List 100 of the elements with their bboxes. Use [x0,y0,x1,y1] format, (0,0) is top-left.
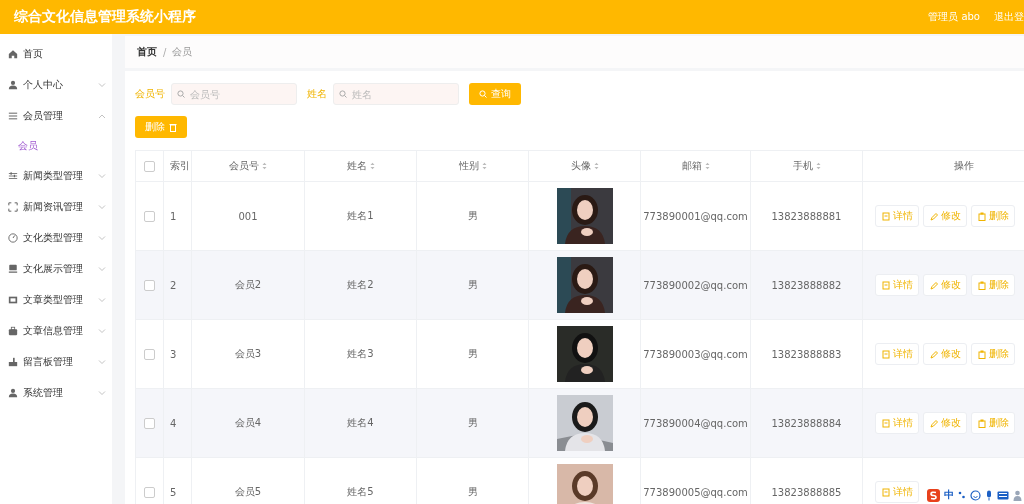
submenu-item[interactable]: 会员 [0,131,112,160]
chevron-icon [98,389,106,396]
column-header[interactable]: 邮箱 [681,159,702,173]
breadcrumb-item[interactable]: 首页 [137,45,157,59]
sidebar-item[interactable]: 首页 [0,38,112,69]
table-cell: 会员4 [234,417,262,428]
menu-item-icon [8,294,18,305]
row-checkbox[interactable] [144,210,155,222]
app-title: 综合文化信息管理系统小程序 [14,8,197,26]
table-cell: 姓名2 [347,279,374,290]
table-cell: 男 [467,417,478,428]
document-icon [881,487,890,497]
clipboard-icon [977,418,986,428]
sidebar-item[interactable]: 文化类型管理 [0,222,112,253]
chevron-icon [98,327,106,334]
sidebar-item[interactable]: 会员管理 [0,100,112,131]
microphone-icon[interactable] [985,489,993,501]
sort-icon[interactable] [704,162,710,170]
sort-icon[interactable] [815,162,821,170]
row-checkbox[interactable] [144,486,155,498]
pencil-icon [929,211,938,221]
sort-icon[interactable] [481,162,487,170]
clipboard-icon [977,349,986,359]
sidebar-item[interactable]: 新闻类型管理 [0,160,112,191]
sidebar-item[interactable]: 留言板管理 [0,346,112,377]
breadcrumb-separator: / [163,46,167,58]
sort-icon[interactable] [593,162,599,170]
document-icon [881,280,890,290]
table-cell: 13823888885 [771,486,842,498]
menu-item-icon [8,110,18,121]
search-icon [339,90,347,98]
column-header[interactable]: 会员号 [229,159,259,173]
sort-icon[interactable] [262,162,267,170]
pencil-icon [929,349,938,359]
input-mode[interactable]: 中 [944,488,954,502]
table-cell: 会员3 [234,348,262,359]
chevron-icon [98,172,106,179]
menu-item-icon [8,48,18,59]
column-header[interactable]: 性别 [458,159,479,173]
chevron-icon [98,234,106,241]
punctuation-icon[interactable] [958,491,966,499]
document-icon [881,211,890,221]
sidebar-item[interactable]: 系统管理 [0,377,112,408]
menu-item-icon [8,387,18,398]
menu-item-icon [8,79,18,90]
table-cell: 13823888883 [771,348,842,360]
pencil-icon [929,280,938,290]
pencil-icon [929,418,938,428]
document-icon [881,349,890,359]
table-cell: 13823888884 [771,417,842,429]
menu-item-icon [8,263,18,274]
column-header[interactable]: 手机 [792,159,813,173]
column-header[interactable]: 头像 [570,159,591,173]
ime-logo-icon[interactable] [927,488,940,502]
breadcrumb-item: 会员 [172,45,193,59]
sidebar-item[interactable]: 新闻资讯管理 [0,191,112,222]
table-cell: 2 [170,279,177,291]
trash-icon [169,122,177,132]
table-cell: 773890001@qq.com [643,210,748,222]
table-cell: 001 [238,210,258,222]
table-cell: 男 [467,348,478,359]
menu-item-icon [8,232,18,243]
search-icon [177,90,185,98]
table-cell: 姓名3 [347,348,374,359]
keyboard-icon[interactable] [997,490,1009,500]
search-icon [479,90,487,98]
table-cell: 13823888882 [771,279,842,291]
table-cell: 男 [467,210,478,221]
chevron-icon [98,265,106,272]
person-icon[interactable] [1013,489,1022,501]
select-all-checkbox[interactable] [144,160,155,172]
field-label: 姓名 [307,87,327,101]
menu-item-icon [8,201,18,212]
table-cell: 1 [170,210,177,222]
row-checkbox[interactable] [144,417,155,429]
smiley-icon[interactable] [970,489,981,501]
table-cell: 男 [467,279,478,290]
document-icon [881,418,890,428]
table-cell: 4 [170,417,177,429]
column-header: 索引 [170,159,190,173]
sidebar-item[interactable]: 文章类型管理 [0,284,112,315]
sidebar-item[interactable]: 个人中心 [0,69,112,100]
table-cell: 773890004@qq.com [643,417,748,429]
sort-icon[interactable] [369,162,375,170]
column-header[interactable]: 姓名 [346,159,367,173]
row-checkbox[interactable] [144,348,155,360]
table-cell: 773890003@qq.com [643,348,748,360]
field-label: 会员号 [135,87,165,101]
clipboard-icon [977,280,986,290]
table-cell: 姓名1 [347,210,374,221]
chevron-icon [98,203,106,210]
table-cell: 男 [467,486,478,497]
chevron-icon [98,81,106,88]
table-cell: 姓名5 [347,486,374,497]
table-cell: 3 [170,348,177,360]
sidebar-item[interactable]: 文章信息管理 [0,315,112,346]
table-cell: 5 [170,486,177,498]
row-checkbox[interactable] [144,279,155,291]
sidebar-item[interactable]: 文化展示管理 [0,253,112,284]
table-cell: 773890005@qq.com [643,486,748,498]
